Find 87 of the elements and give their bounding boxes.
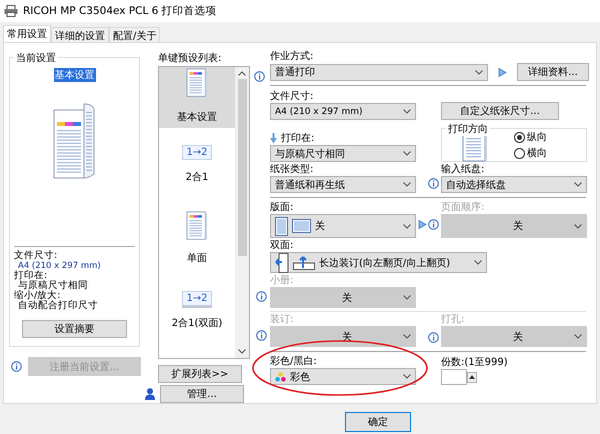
field-label: 装订: — [270, 314, 294, 325]
preset-item[interactable]: 单面 — [159, 201, 235, 274]
dropdown[interactable]: 普通纸和再生纸 — [270, 176, 416, 193]
ok-button[interactable]: 确定 — [345, 412, 411, 432]
summary-label: 打印在: — [14, 271, 48, 281]
preset-item[interactable]: 基本设置 — [159, 67, 235, 128]
info-icon — [428, 332, 439, 343]
field-label: 页面顺序: — [441, 202, 486, 213]
group-title: 打印方向 — [446, 122, 490, 136]
user-icon — [145, 388, 155, 400]
tab[interactable]: 详细的设置 — [51, 27, 109, 42]
radio-button[interactable] — [514, 132, 525, 142]
custom-paper-size-button[interactable]: 自定义纸张尺寸... — [441, 102, 559, 120]
field-label: 打印在: — [281, 133, 314, 144]
dropdown[interactable]: A4 (210 x 297 mm) — [270, 103, 416, 120]
field-label: 双面: — [270, 240, 294, 251]
landscape-page-icon — [292, 219, 311, 233]
copies-field[interactable] — [441, 369, 467, 385]
preset-list-label: 单键预设列表: — [158, 53, 222, 64]
info-icon — [11, 361, 22, 372]
play-icon — [418, 220, 427, 229]
summary-value: 与原稿尺寸相同 — [18, 281, 89, 291]
summary-value: 自动配合打印尺寸 — [17, 301, 99, 311]
field-label: 文件尺寸: — [270, 91, 314, 102]
preset-item[interactable]: 1→2 2合1(双面) — [159, 274, 235, 347]
dropdown[interactable]: 自动选择纸盘 — [441, 176, 587, 193]
two-up-duplex-icon: 1→2 — [182, 291, 212, 306]
color-dots-icon — [275, 372, 286, 382]
chevron-icon — [403, 151, 411, 156]
chevron-icon — [403, 334, 411, 339]
details-button[interactable]: 详细资料... — [517, 63, 589, 81]
radio-label: 纵向 — [527, 131, 547, 144]
chevron-icon — [574, 182, 582, 187]
radio-label: 横向 — [527, 146, 547, 160]
info-icon — [256, 330, 267, 341]
field-label: 份数:(1至999) — [441, 357, 508, 368]
field-label: 打孔: — [441, 314, 466, 325]
preset-item[interactable]: 1→2 2合1 — [159, 128, 235, 201]
dropdown[interactable]: 普通打印 — [270, 64, 488, 80]
preset-name: 基本设置 — [54, 68, 96, 82]
dropdown[interactable]: 长边装订(向左翻页/向上翻页) — [270, 252, 487, 273]
field-label: 小册: — [270, 275, 294, 286]
chevron-icon — [403, 374, 411, 379]
info-icon — [428, 219, 439, 230]
two-up-icon: 1→2 — [182, 145, 212, 160]
dropdown[interactable]: 彩色 — [270, 368, 416, 385]
tab[interactable]: 常用设置 — [3, 25, 51, 42]
summary-value: A4 (210 x 297 mm) — [18, 261, 102, 271]
chevron-icon — [475, 70, 483, 74]
info-icon — [256, 291, 267, 302]
settings-summary-button[interactable]: 设置摘要 — [22, 320, 127, 338]
dropdown[interactable]: 与原稿尺寸相同 — [270, 145, 416, 162]
page-icon — [186, 210, 208, 240]
manage-button[interactable]: 管理... — [160, 385, 244, 403]
scrollbar[interactable] — [235, 67, 249, 358]
radio-button[interactable] — [514, 148, 525, 158]
dropdown[interactable]: 关 — [270, 214, 416, 238]
summary-label: 文件尺寸: — [14, 251, 58, 261]
chevron-icon — [403, 295, 411, 300]
field-label: 纸张类型: — [270, 164, 314, 175]
info-icon — [428, 178, 439, 189]
spin-up-icon[interactable] — [467, 372, 477, 382]
group-title: 当前设置 — [14, 51, 58, 65]
page-icon — [186, 68, 208, 98]
printer-icon — [4, 5, 18, 17]
info-icon — [254, 71, 265, 82]
field-label: 版面: — [270, 202, 294, 213]
chevron-icon — [403, 109, 411, 114]
scroll-down-icon[interactable] — [238, 349, 246, 354]
duplex-left-icon — [275, 252, 289, 272]
chevron-icon — [403, 182, 411, 187]
summary-label: 缩小/放大: — [14, 291, 60, 301]
field-label: 彩色/黑白: — [270, 356, 318, 367]
chevron-icon — [403, 224, 411, 228]
chevron-icon — [474, 260, 482, 265]
portrait-page-icon — [275, 216, 288, 236]
tab[interactable]: 配置/关于 — [109, 27, 160, 42]
chevron-icon — [574, 334, 582, 339]
window-title: RICOH MP C3504ex PCL 6 打印首选项 — [23, 4, 217, 18]
down-arrow-icon — [270, 133, 277, 144]
play-icon — [498, 68, 507, 76]
field-label: 作业方式: — [270, 51, 314, 62]
field-label: 输入纸盘: — [441, 164, 486, 175]
scroll-up-icon[interactable] — [238, 71, 246, 76]
duplex-up-icon — [293, 256, 315, 270]
chevron-icon — [574, 224, 582, 228]
expand-list-button[interactable]: 扩展列表>> — [158, 365, 242, 383]
